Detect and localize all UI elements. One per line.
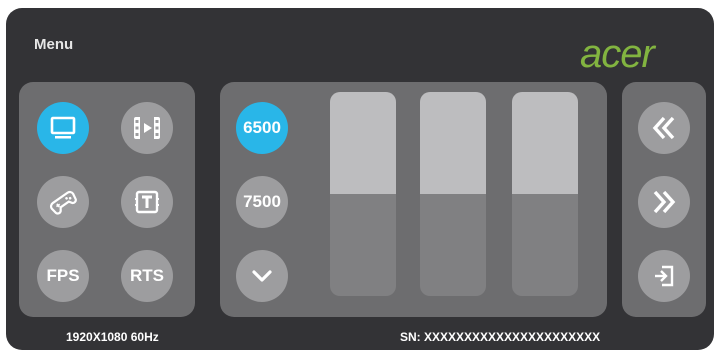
slider-2[interactable] [420, 92, 486, 296]
navigation-panel [622, 82, 706, 317]
double-chevron-right-icon [651, 189, 677, 215]
chevron-down-icon [251, 269, 273, 283]
more-options-button[interactable] [236, 250, 288, 302]
fps-label: FPS [46, 266, 80, 285]
slider-1[interactable] [330, 92, 396, 296]
color-temp-7500-label: 7500 [243, 192, 281, 211]
text-mode-icon [134, 189, 160, 215]
mode-rts-button[interactable]: RTS [121, 250, 173, 302]
mode-text-button[interactable] [121, 176, 173, 228]
mode-panel: FPS RTS [19, 82, 195, 317]
slider-3[interactable] [512, 92, 578, 296]
acer-logo: acer [580, 32, 655, 76]
mode-gaming-button[interactable] [37, 176, 89, 228]
rts-label: RTS [130, 266, 164, 285]
slider-1-track-upper [330, 92, 396, 194]
monitor-icon [50, 116, 76, 140]
color-temp-7500-button[interactable]: 7500 [236, 176, 288, 228]
gamepad-icon [49, 188, 77, 216]
resolution-status: 1920X1080 60Hz [66, 330, 159, 344]
slider-3-track-upper [512, 92, 578, 194]
mode-movie-button[interactable] [121, 102, 173, 154]
color-temp-panel: 6500 7500 [220, 82, 607, 317]
color-temp-6500-label: 6500 [243, 118, 281, 137]
previous-button[interactable] [638, 102, 690, 154]
slider-2-track-upper [420, 92, 486, 194]
serial-number: SN: XXXXXXXXXXXXXXXXXXXXXX [400, 330, 601, 344]
next-button[interactable] [638, 176, 690, 228]
exit-icon [652, 264, 676, 288]
osd-window: Menu acer FPS RTS 6500 7500 1920X1080 60… [6, 8, 714, 350]
mode-standard-button[interactable] [37, 102, 89, 154]
exit-button[interactable] [638, 250, 690, 302]
color-temp-6500-button[interactable]: 6500 [236, 102, 288, 154]
menu-title: Menu [34, 36, 74, 53]
double-chevron-left-icon [651, 115, 677, 141]
movie-icon [133, 116, 161, 140]
mode-fps-button[interactable]: FPS [37, 250, 89, 302]
